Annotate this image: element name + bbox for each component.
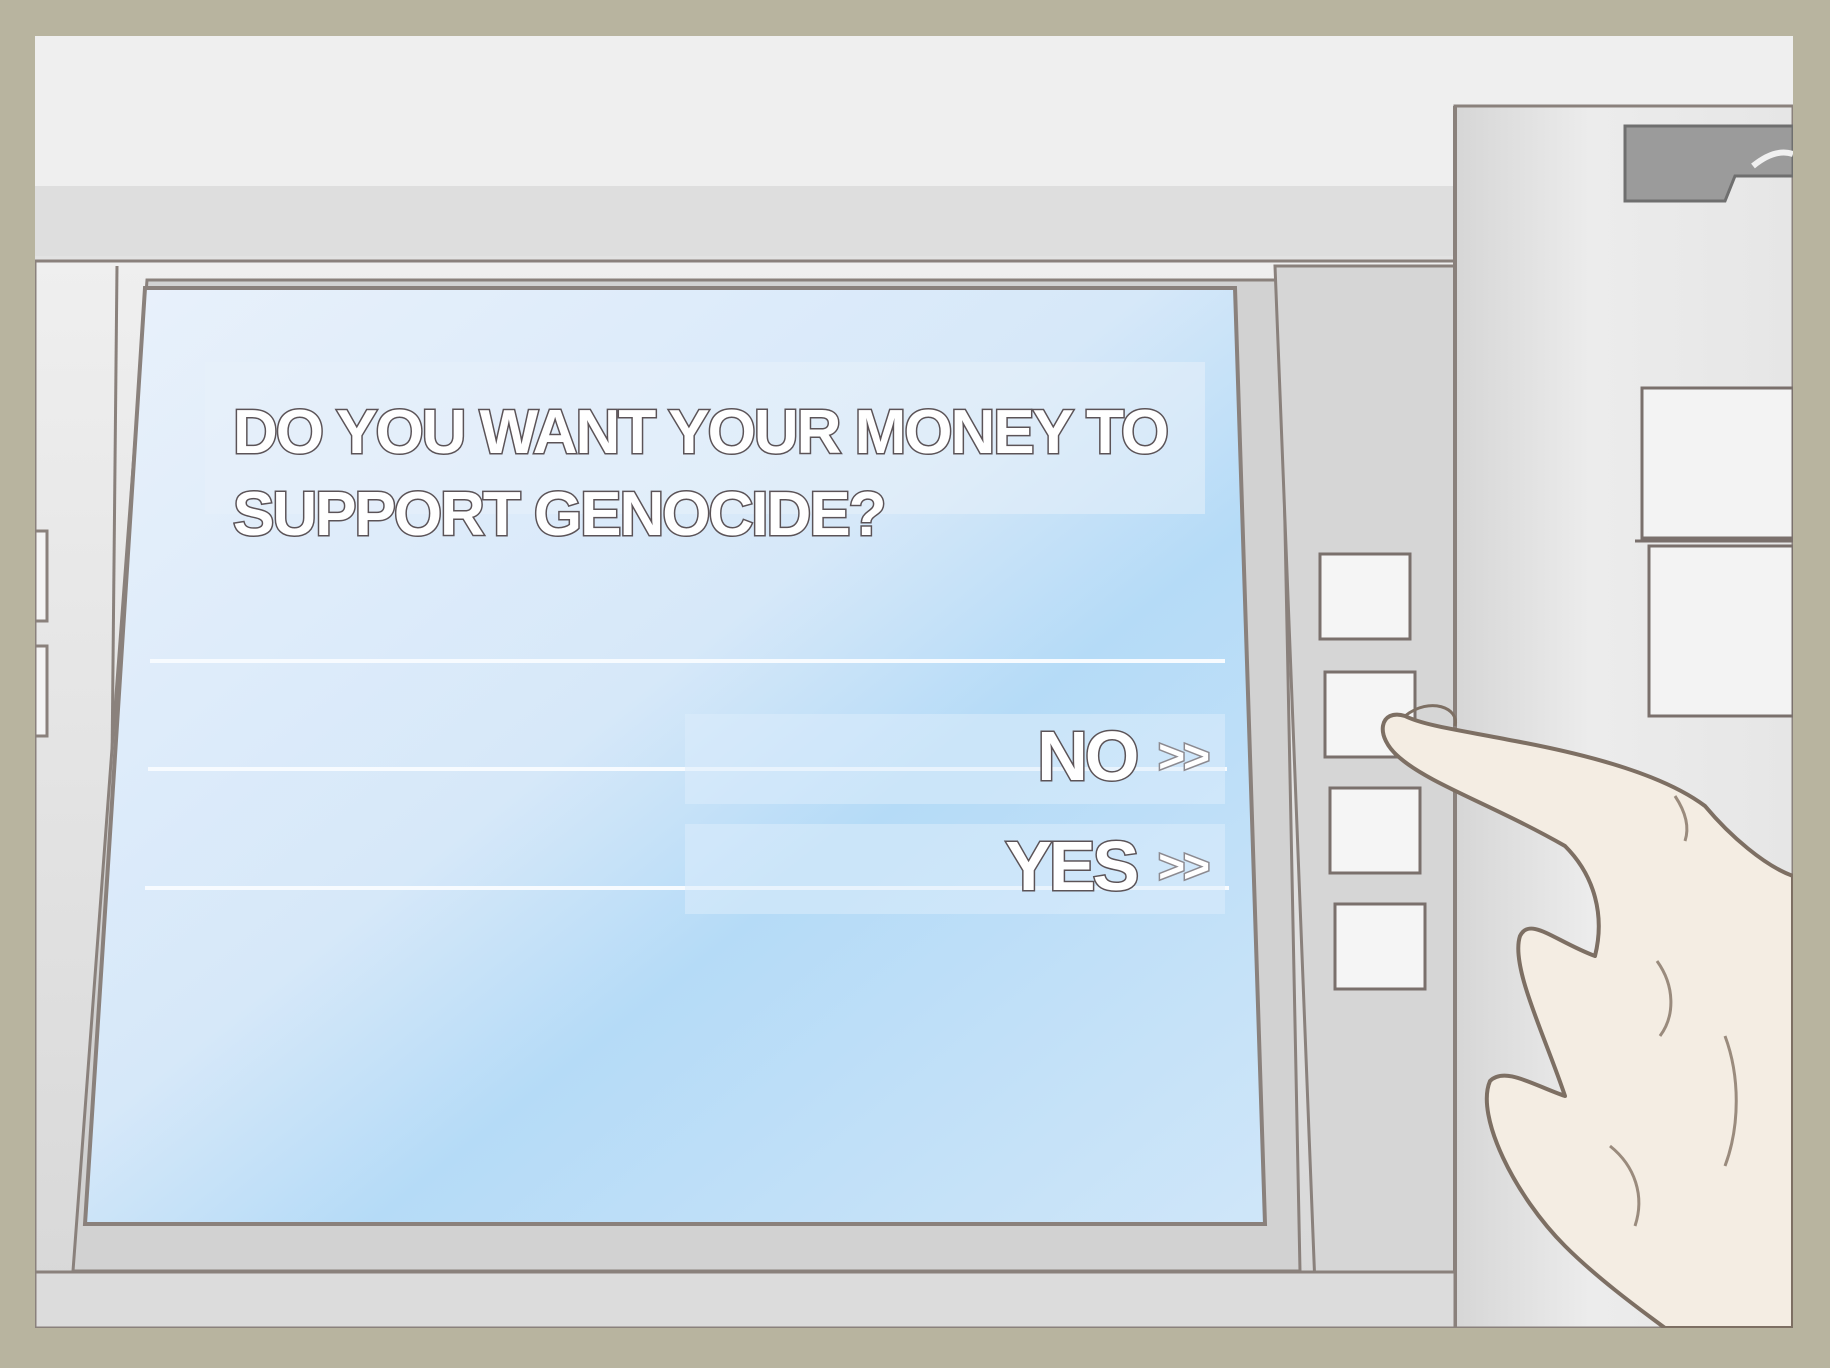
option-no-arrow-icon: >> [1157,729,1212,784]
side-key-1 [1318,552,1412,641]
screen-question: DO YOU WANT YOUR MONEY TO SUPPORT GENOCI… [232,397,1171,551]
side-key-3 [1328,786,1422,875]
option-no-button[interactable]: NO >> [1036,712,1212,800]
side-key-4 [1333,902,1427,991]
left-key-1 [35,529,49,623]
receipt-panel-bottom [1647,544,1793,718]
atm-illustration [35,36,1793,1328]
receipt-panel-top [1640,386,1793,540]
option-yes-label: YES [1004,826,1141,907]
option-yes-arrow-icon: >> [1157,839,1212,894]
option-no-label: NO [1036,716,1141,797]
option-yes-button[interactable]: YES >> [1004,822,1212,910]
atm-scene: DO YOU WANT YOUR MONEY TO SUPPORT GENOCI… [35,36,1793,1328]
left-key-2 [35,644,49,738]
